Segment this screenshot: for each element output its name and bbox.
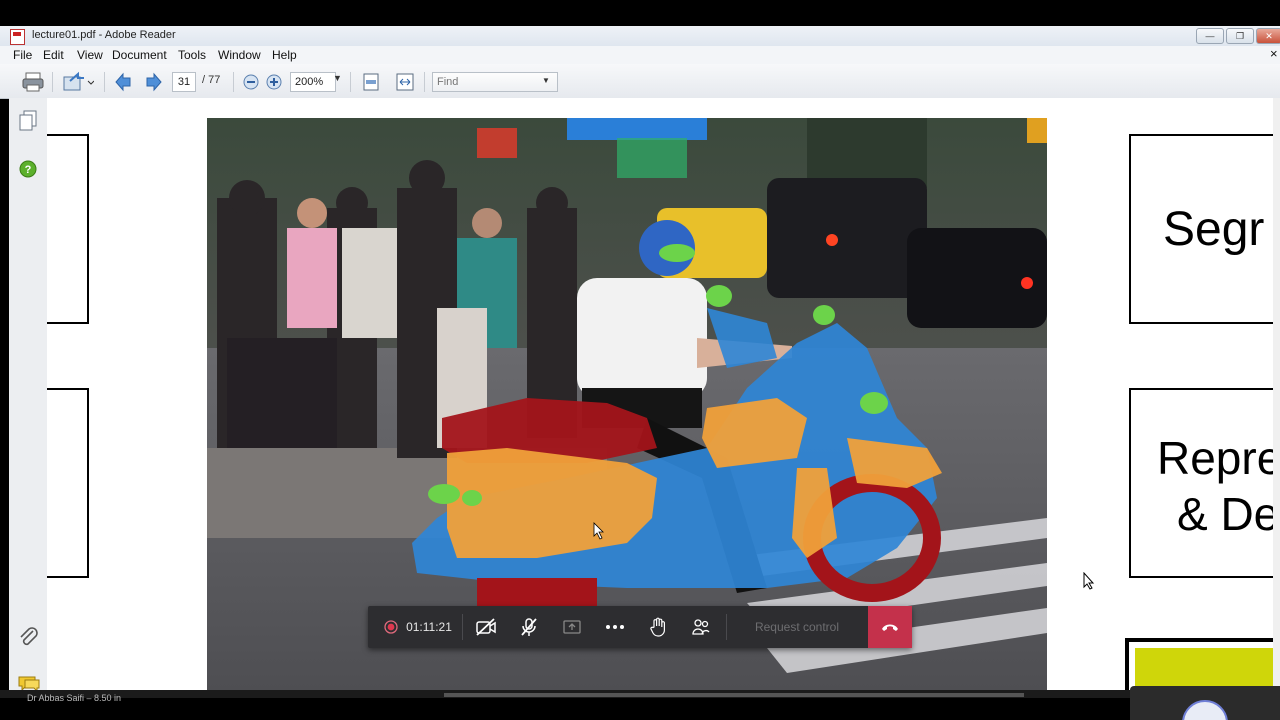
recording-indicator: [376, 606, 406, 648]
fit-page-icon[interactable]: [361, 72, 381, 92]
meeting-control-bar: 01:11:21 Request control: [368, 606, 912, 648]
pdf-app-icon: [10, 29, 25, 45]
slide-title-line2: & De: [1177, 488, 1273, 540]
menu-file[interactable]: File: [13, 48, 32, 62]
menu-document[interactable]: Document: [112, 48, 167, 62]
participants-button[interactable]: [683, 606, 719, 648]
slide-title-segmentation: Segr: [1163, 203, 1265, 256]
more-icon: [606, 625, 624, 629]
camera-toggle[interactable]: [468, 606, 504, 648]
menu-edit[interactable]: Edit: [43, 48, 64, 62]
status-bar: Dr Abbas Saifi – 8.50 in: [0, 690, 1280, 720]
zoom-field[interactable]: 200%: [290, 72, 336, 92]
next-page-icon[interactable]: [143, 72, 163, 92]
raise-hand-button[interactable]: [640, 606, 676, 648]
slide-title-line1: Repre: [1157, 432, 1273, 484]
share-screen-button[interactable]: [554, 606, 590, 648]
find-input[interactable]: Find: [432, 72, 558, 92]
request-control-button[interactable]: Request control: [738, 606, 856, 648]
prev-page-icon[interactable]: [114, 72, 134, 92]
more-options-button[interactable]: [597, 606, 633, 648]
attachment-icon[interactable]: [18, 626, 40, 648]
find-dropdown-icon[interactable]: ▼: [542, 76, 550, 85]
total-pages: / 77: [202, 74, 221, 86]
slide-thumbnail-left-top: t: [47, 134, 89, 324]
menu-bar: File Edit View Document Tools Window Hel…: [0, 46, 1280, 64]
menu-tools[interactable]: Tools: [178, 48, 206, 62]
hangup-icon: [882, 624, 898, 631]
hangup-button[interactable]: [868, 606, 912, 648]
participants-icon: [692, 619, 710, 635]
menu-view[interactable]: View: [77, 48, 103, 62]
share-icon[interactable]: [62, 71, 94, 93]
mic-off-icon: [521, 618, 537, 636]
toolbar: 31 / 77 200% ▼ Find ▼: [0, 64, 1280, 99]
participant-video-thumbnail[interactable]: [1130, 686, 1280, 720]
pages-icon[interactable]: [18, 110, 38, 132]
menu-help[interactable]: Help: [272, 48, 297, 62]
minimize-button[interactable]: —: [1196, 28, 1224, 44]
print-icon[interactable]: [22, 71, 44, 93]
presenter-name: Dr Abbas Saifi – 8.50 in: [27, 693, 122, 703]
close-button[interactable]: ✕: [1256, 28, 1280, 44]
camera-off-icon: [476, 618, 496, 636]
fit-width-icon[interactable]: [395, 72, 415, 92]
slide-thumbnail-right-mid: Repre & De: [1129, 388, 1273, 578]
slide-thumbnail-right-top: Segr: [1129, 134, 1273, 324]
slide-thumbnail-left-bottom: [47, 388, 89, 578]
svg-text:?: ?: [25, 164, 32, 176]
help-icon[interactable]: ?: [18, 159, 38, 179]
horizontal-scrollbar[interactable]: [444, 693, 1024, 697]
page-number-input[interactable]: 31: [172, 72, 196, 92]
share-screen-icon: [563, 620, 581, 634]
window-title-bar: lecture01.pdf - Adobe Reader — ❐ ✕: [0, 26, 1280, 47]
call-timer: 01:11:21: [406, 620, 452, 634]
zoom-out-icon[interactable]: [242, 73, 260, 91]
mouse-cursor-icon: [1083, 572, 1095, 590]
close-doc-icon[interactable]: ×: [1270, 46, 1278, 61]
record-icon: [384, 620, 398, 634]
vertical-scrollbar[interactable]: [1273, 98, 1280, 698]
mic-toggle[interactable]: [511, 606, 547, 648]
navigation-panel: ?: [9, 98, 48, 698]
avatar: [1182, 700, 1228, 720]
menu-window[interactable]: Window: [218, 48, 261, 62]
zoom-in-icon[interactable]: [265, 73, 283, 91]
zoom-dropdown-icon[interactable]: ▼: [333, 73, 342, 83]
raise-hand-icon: [650, 617, 665, 637]
restore-button[interactable]: ❐: [1226, 28, 1254, 44]
window-title: lecture01.pdf - Adobe Reader: [32, 29, 176, 41]
